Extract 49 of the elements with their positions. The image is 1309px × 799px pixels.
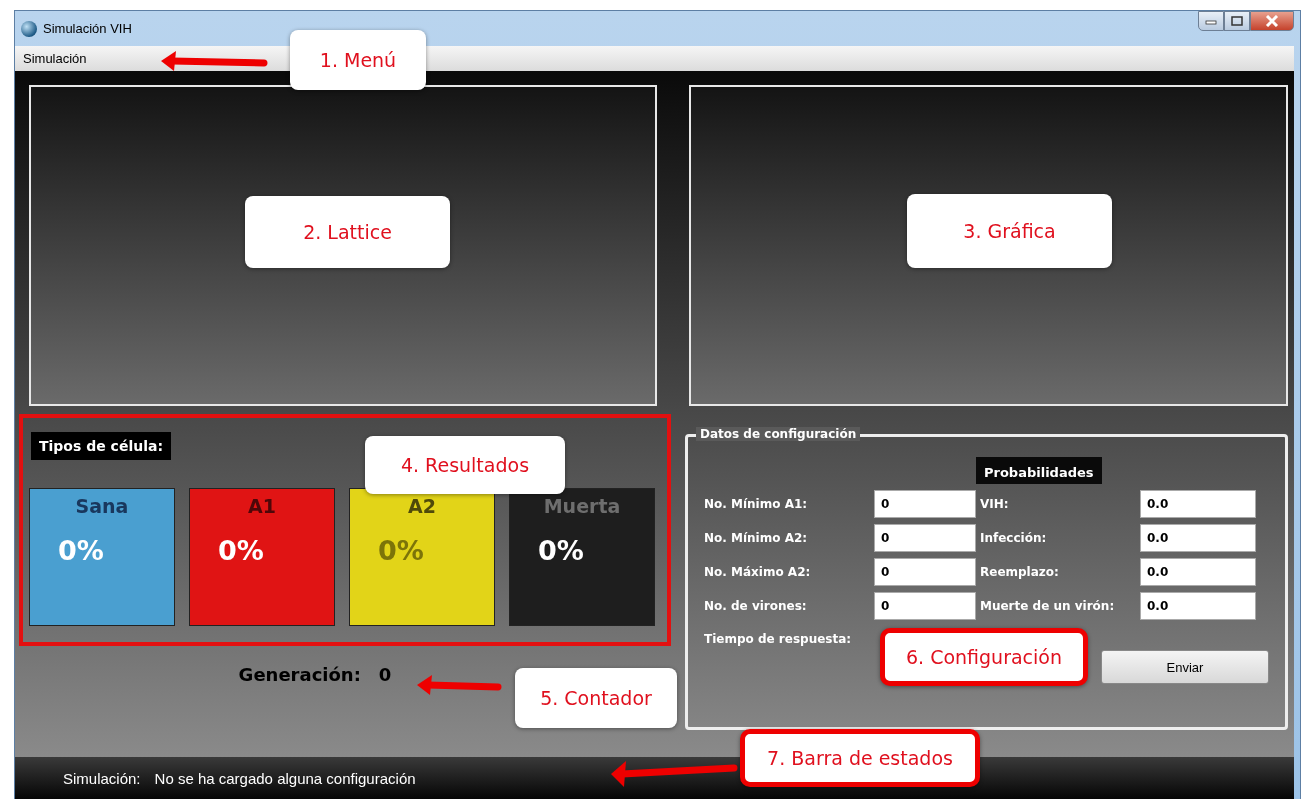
- counter-label: Generación:: [238, 664, 361, 685]
- annotation-callout: 7. Barra de estados: [740, 729, 980, 787]
- field-label: Muerte de un virón:: [980, 599, 1116, 613]
- send-button[interactable]: Enviar: [1101, 650, 1269, 684]
- close-icon: [1265, 15, 1279, 27]
- input-field[interactable]: 0: [874, 592, 976, 620]
- input-field[interactable]: 0.0: [1140, 524, 1256, 552]
- field-label: No. de virones:: [704, 599, 808, 613]
- status-message: No se ha cargado alguna configuración: [154, 769, 416, 787]
- cell-percentage: 0%: [378, 535, 425, 566]
- field-label: No. Mínimo A2:: [704, 531, 809, 545]
- cell-type-name: Muerta: [542, 495, 622, 517]
- maximize-icon: [1231, 16, 1243, 26]
- config-title: Datos de configuración: [696, 427, 861, 441]
- input-field[interactable]: 0.0: [1140, 490, 1256, 518]
- menu-item[interactable]: Simulación: [15, 51, 95, 66]
- field-label: Tiempo de respuesta:: [704, 632, 853, 646]
- cell-type-name: A2: [407, 495, 437, 517]
- input-field[interactable]: 0.0: [1140, 592, 1256, 620]
- maximize-button[interactable]: [1224, 11, 1250, 31]
- close-button[interactable]: [1250, 11, 1294, 31]
- minimize-button[interactable]: [1198, 11, 1224, 31]
- annotation-callout: 1. Menú: [290, 30, 426, 90]
- field-label: No. Mínimo A1:: [704, 497, 809, 511]
- input-field[interactable]: 0: [874, 558, 976, 586]
- counter-value: 0: [378, 664, 392, 685]
- field-label: VIH:: [980, 497, 1010, 511]
- app-icon: [21, 20, 37, 37]
- cell-percentage: 0%: [218, 535, 265, 566]
- annotation-callout: 2. Lattice: [245, 196, 450, 268]
- cell-percentage: 0%: [538, 535, 585, 566]
- field-label: No. Máximo A2:: [704, 565, 812, 579]
- annotation-callout: 5. Contador: [515, 668, 677, 728]
- window-title: Simulación VIH: [43, 21, 132, 36]
- results-title: Tipos de célula:: [31, 432, 171, 460]
- cell-type-name: Sana: [74, 495, 130, 517]
- input-field[interactable]: 0.0: [1140, 558, 1256, 586]
- annotation-callout: 4. Resultados: [365, 436, 565, 494]
- field-label: Reemplazo:: [980, 565, 1060, 579]
- status-label: Simulación:: [63, 769, 141, 787]
- input-field[interactable]: 0: [874, 490, 976, 518]
- cell-type-name: A1: [247, 495, 277, 517]
- minimize-icon: [1205, 17, 1217, 25]
- annotation-callout: 6. Configuración: [880, 628, 1088, 686]
- probabilities-header: Probabilidades: [976, 457, 1102, 484]
- field-label: Infección:: [980, 531, 1048, 545]
- input-field[interactable]: 0: [874, 524, 976, 552]
- annotation-callout: 3. Gráfica: [907, 194, 1112, 268]
- cell-percentage: 0%: [58, 535, 105, 566]
